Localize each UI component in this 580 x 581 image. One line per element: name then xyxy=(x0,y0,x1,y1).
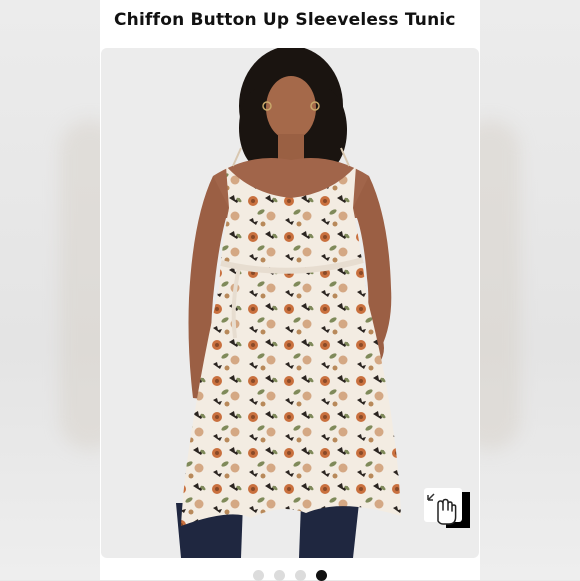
product-photo[interactable] xyxy=(101,48,479,558)
carousel-dots xyxy=(100,570,480,581)
carousel-dot-2[interactable] xyxy=(274,570,285,581)
listing-card: Chiffon Button Up Sleeveless Tunic xyxy=(100,0,480,581)
blurred-background-right xyxy=(460,0,580,580)
carousel-dot-3[interactable] xyxy=(295,570,306,581)
pointer-hand-zoom-icon xyxy=(424,488,470,528)
blurred-background-left xyxy=(0,0,120,580)
listing-title: Chiffon Button Up Sleeveless Tunic xyxy=(114,10,456,30)
model-illustration xyxy=(176,48,401,558)
carousel-dot-1[interactable] xyxy=(253,570,264,581)
carousel-dot-4[interactable] xyxy=(316,570,327,581)
zoom-button[interactable] xyxy=(424,488,470,528)
